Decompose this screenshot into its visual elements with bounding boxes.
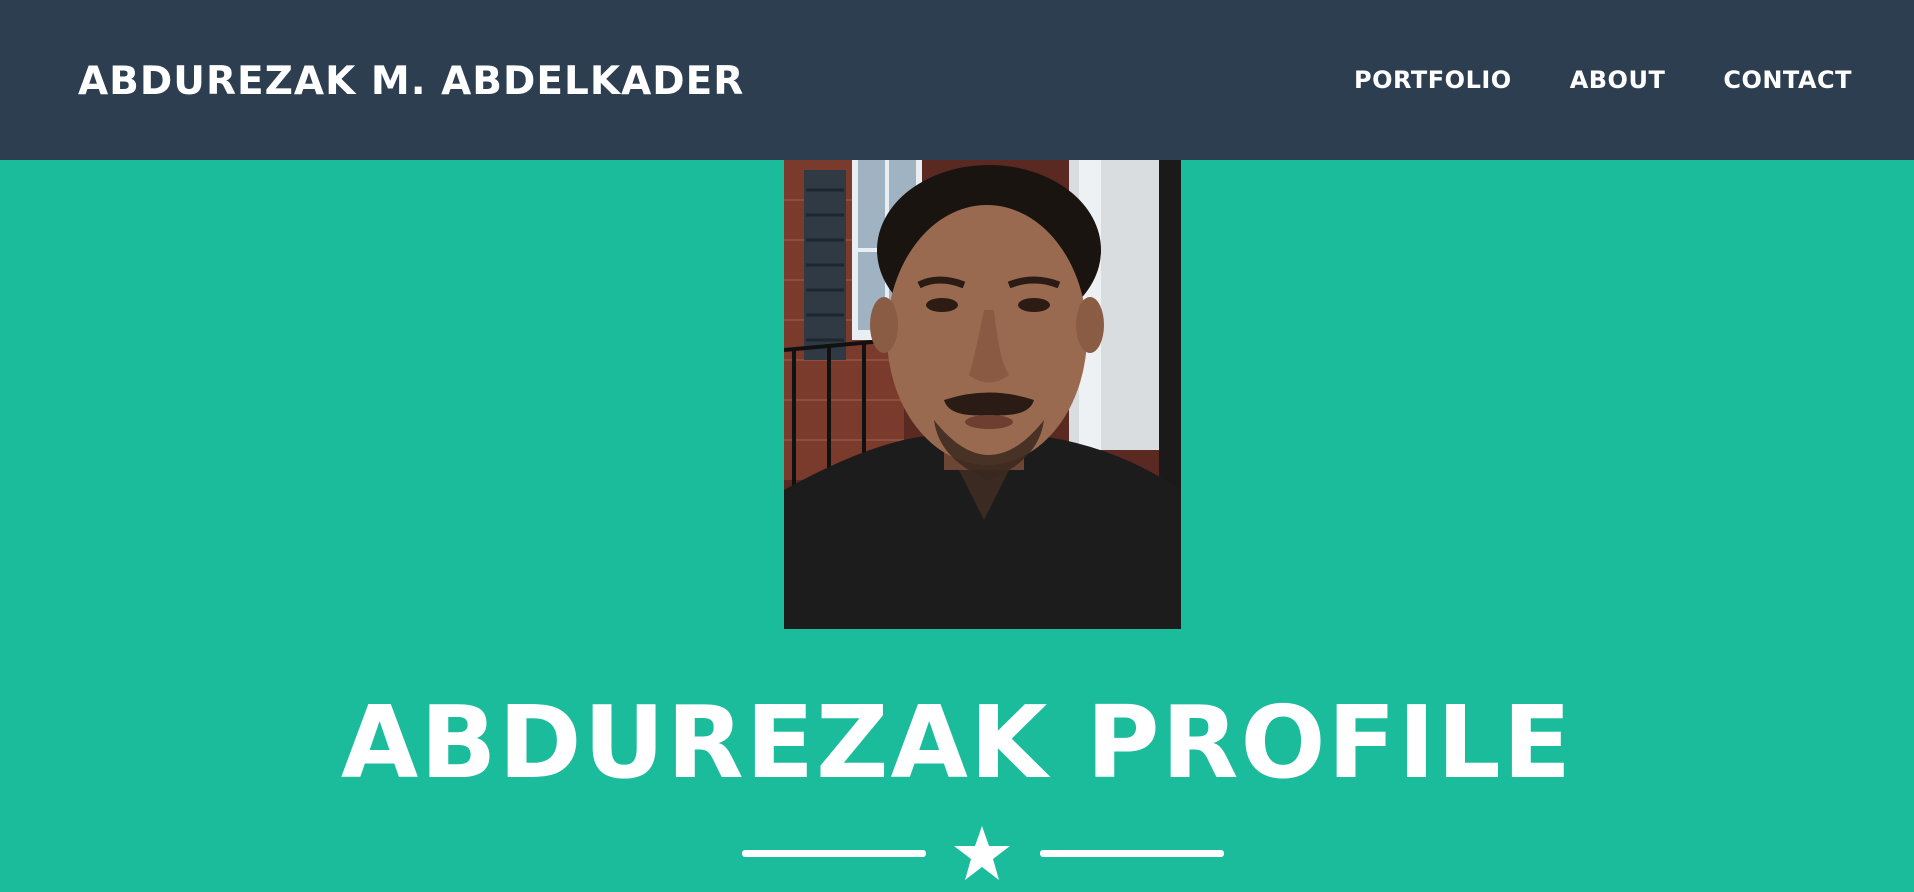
profile-photo [784, 160, 1181, 629]
divider-line-left [742, 850, 926, 857]
star-icon [954, 826, 1010, 880]
nav-link-about[interactable]: ABOUT [1570, 66, 1666, 94]
top-navbar: ABDUREZAK M. ABDELKADER PORTFOLIO ABOUT … [0, 0, 1914, 160]
divider-line-right [1040, 850, 1224, 857]
nav-links: PORTFOLIO ABOUT CONTACT [1354, 66, 1852, 94]
star-divider [0, 826, 1914, 892]
nav-link-contact[interactable]: CONTACT [1723, 66, 1852, 94]
nav-link-portfolio[interactable]: PORTFOLIO [1354, 66, 1512, 94]
masthead: ABDUREZAK PROFILE [0, 160, 1914, 880]
page-heading: ABDUREZAK PROFILE [340, 684, 1574, 801]
profile-photo-image [784, 160, 1181, 629]
brand-link[interactable]: ABDUREZAK M. ABDELKADER [78, 59, 744, 104]
